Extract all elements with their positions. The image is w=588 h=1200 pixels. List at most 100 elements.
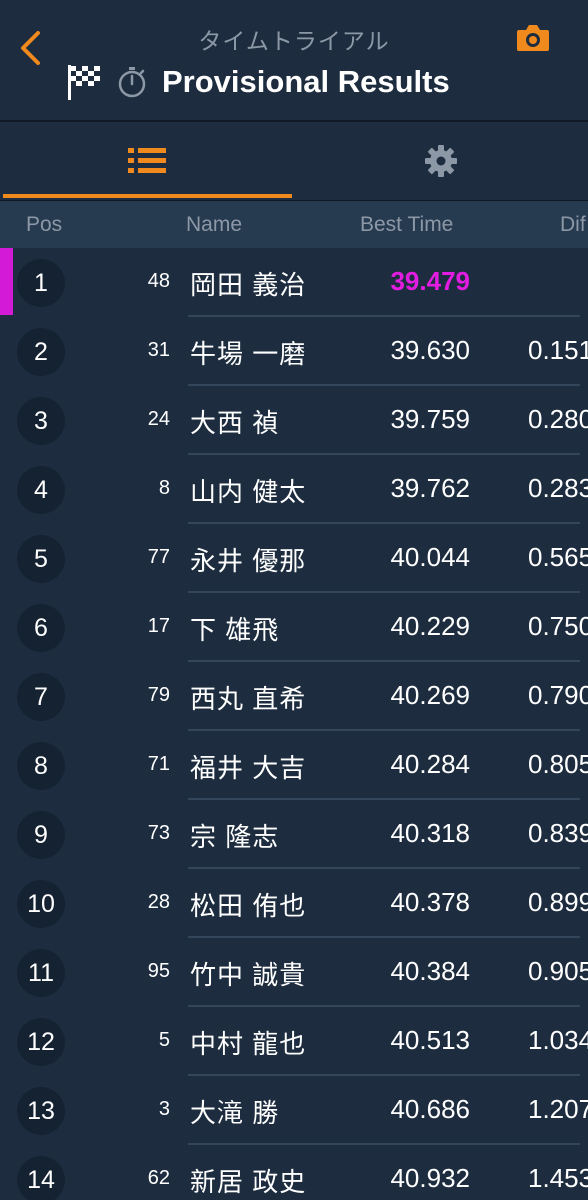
time-diff: 0.283 [528,473,588,503]
table-row[interactable]: 1 48 岡田 義治 39.479 [0,248,588,317]
tab-settings[interactable] [294,122,588,200]
table-row[interactable]: 9 73 宗 隆志 40.318 0.839 [0,800,588,869]
table-row[interactable]: 11 95 竹中 誠貴 40.384 0.905 [0,938,588,1007]
time-diff: 0.790 [528,680,588,710]
position-badge: 11 [17,949,65,997]
best-time: 40.513 [390,1025,470,1055]
position-badge: 7 [17,673,65,721]
tab-bar [0,122,588,200]
time-diff: 0.905 [528,956,588,986]
time-diff: 1.207 [528,1094,588,1124]
column-header-row: Pos Name Best Time Dif [0,200,588,248]
driver-name: 宗 隆志 [190,822,280,852]
driver-name: 竹中 誠貴 [190,960,307,990]
car-number: 17 [147,615,170,637]
table-row[interactable]: 13 3 大滝 勝 40.686 1.207 [0,1076,588,1145]
position-badge: 9 [17,811,65,859]
best-time: 39.630 [390,335,470,365]
table-row[interactable]: 4 8 山内 健太 39.762 0.283 [0,455,588,524]
page-subtitle: タイムトライアル [198,28,390,54]
best-time: 40.384 [390,956,470,986]
best-time: 40.378 [390,887,470,917]
car-number: 24 [147,408,170,430]
time-diff: 0.839 [528,818,588,848]
driver-name: 牛場 一磨 [190,339,307,369]
column-header-name: Name [186,213,243,236]
car-number: 73 [147,822,170,844]
driver-name: 下 雄飛 [190,615,280,645]
time-diff: 1.034 [528,1025,588,1055]
time-diff: 0.805 [528,749,588,779]
car-number: 62 [147,1167,170,1189]
driver-name: 永井 優那 [190,546,307,576]
page-title: Provisional Results [162,64,450,99]
table-row[interactable]: 7 79 西丸 直希 40.269 0.790 [0,662,588,731]
position-badge: 10 [17,880,65,928]
car-number: 79 [147,684,170,706]
table-row[interactable]: 6 17 下 雄飛 40.229 0.750 [0,593,588,662]
best-time: 40.044 [390,542,470,572]
position-badge: 6 [17,604,65,652]
time-diff: 0.280 [528,404,588,434]
driver-name: 山内 健太 [190,477,307,507]
best-time: 40.686 [390,1094,470,1124]
position-badge: 13 [17,1087,65,1135]
time-diff: 0.565 [528,542,588,572]
camera-icon [517,25,549,51]
best-time: 40.269 [390,680,470,710]
car-number: 48 [147,270,170,292]
driver-name: 中村 龍也 [190,1029,307,1059]
position-badge: 1 [17,259,65,307]
active-tab-indicator [3,194,292,198]
driver-name: 松田 侑也 [190,891,307,921]
camera-button[interactable] [515,22,551,54]
tab-list[interactable] [0,122,294,200]
car-number: 77 [147,546,170,568]
driver-name: 岡田 義治 [190,270,307,300]
column-header-diff: Dif [560,213,586,236]
car-number: 31 [147,339,170,361]
best-time: 39.479 [390,266,470,296]
driver-name: 西丸 直希 [190,684,307,714]
car-number: 8 [158,477,170,499]
position-badge: 8 [17,742,65,790]
time-diff: 0.750 [528,611,588,641]
time-diff: 0.151 [528,335,588,365]
list-icon [128,148,166,173]
driver-name: 新居 政史 [190,1167,307,1197]
title-row: Provisional Results [66,60,450,104]
header-bar: タイムトライアル Provisional Results [0,0,588,122]
table-row[interactable]: 14 62 新居 政史 40.932 1.453 [0,1145,588,1200]
position-badge: 14 [17,1156,65,1200]
position-badge: 2 [17,328,65,376]
time-diff: 1.453 [528,1163,588,1193]
car-number: 3 [158,1098,170,1120]
driver-name: 福井 大吉 [190,753,307,783]
stopwatch-icon [118,67,146,98]
car-number: 71 [147,753,170,775]
table-row[interactable]: 5 77 永井 優那 40.044 0.565 [0,524,588,593]
table-row[interactable]: 8 71 福井 大吉 40.284 0.805 [0,731,588,800]
results-list[interactable]: 1 48 岡田 義治 39.479 2 31 牛場 一磨 39.630 0.15… [0,248,588,1200]
car-number: 95 [147,960,170,982]
gear-icon [425,145,457,177]
column-header-pos: Pos [26,213,63,236]
car-number: 28 [147,891,170,913]
best-time: 40.318 [390,818,470,848]
best-time: 40.229 [390,611,470,641]
best-time: 39.759 [390,404,470,434]
best-time: 40.932 [390,1163,470,1193]
table-row[interactable]: 12 5 中村 龍也 40.513 1.034 [0,1007,588,1076]
position-badge: 12 [17,1018,65,1066]
best-lap-marker [0,248,13,315]
time-diff: 0.899 [528,887,588,917]
car-number: 5 [158,1029,170,1051]
position-badge: 4 [17,466,65,514]
table-row[interactable]: 10 28 松田 侑也 40.378 0.899 [0,869,588,938]
position-badge: 3 [17,397,65,445]
table-row[interactable]: 3 24 大西 禎 39.759 0.280 [0,386,588,455]
position-badge: 5 [17,535,65,583]
best-time: 39.762 [390,473,470,503]
best-time: 40.284 [390,749,470,779]
table-row[interactable]: 2 31 牛場 一磨 39.630 0.151 [0,317,588,386]
